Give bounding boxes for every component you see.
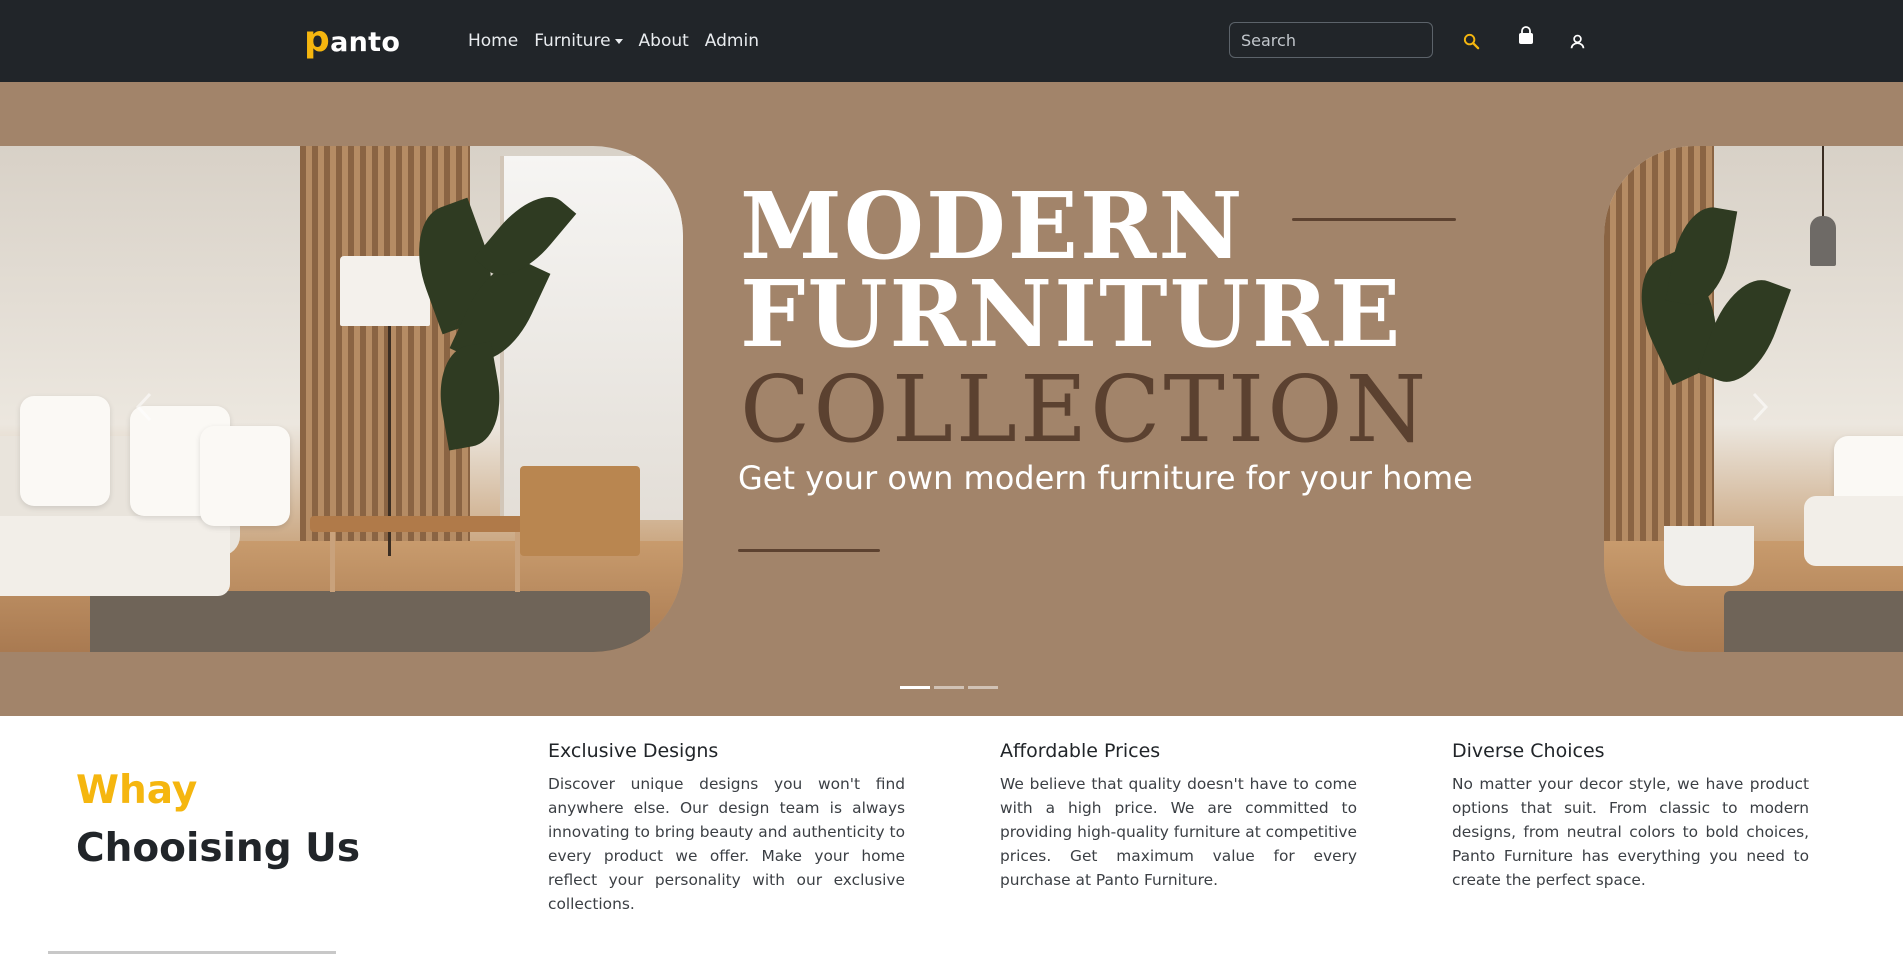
nav-admin-label: Admin [704, 31, 759, 51]
why-choose-us-section: Whay Chooising Us Exclusive Designs Disc… [0, 716, 1903, 954]
section-title-line1: Whay [76, 768, 198, 813]
search-input[interactable] [1229, 22, 1433, 58]
feature-diverse-choices: Diverse Choices No matter your decor sty… [1452, 740, 1809, 892]
search-icon[interactable] [1462, 32, 1481, 51]
carousel-prev-arrow-icon[interactable] [124, 382, 164, 432]
hero-title-line2: FURNITURE [740, 260, 1403, 368]
feature-text: No matter your decor style, we have prod… [1452, 775, 1809, 889]
nav-furniture-dropdown[interactable]: Furniture [526, 29, 630, 53]
top-navbar: p anto Home Furniture About Admin [0, 0, 1903, 83]
hero-title-line1: MODERN [740, 172, 1245, 280]
hero-title-line3: COLLECTION [740, 356, 1430, 463]
nav-links: Home Furniture About Admin [460, 29, 767, 53]
nav-furniture-label: Furniture [534, 31, 611, 51]
hero-headline: MODERN FURNITURE COLLECTION [740, 180, 1429, 456]
decorative-rule-top [1292, 218, 1456, 221]
hero-subtitle: Get your own modern furniture for your h… [738, 459, 1473, 497]
feature-title: Diverse Choices [1452, 740, 1605, 762]
nav-home[interactable]: Home [460, 29, 526, 53]
user-icon[interactable] [1569, 33, 1586, 50]
hero-living-room-image [0, 146, 683, 652]
section-title-line2: Chooising Us [76, 826, 361, 871]
carousel-indicator-2[interactable] [934, 686, 964, 689]
carousel-indicator-3[interactable] [968, 686, 998, 689]
feature-text: Discover unique designs you won't find a… [548, 775, 905, 913]
feature-exclusive-designs: Exclusive Designs Discover unique design… [548, 740, 905, 916]
nav-home-label: Home [468, 31, 519, 51]
nav-about[interactable]: About [631, 29, 697, 53]
nav-about-label: About [638, 31, 689, 51]
feature-title: Exclusive Designs [548, 740, 719, 762]
brand-logo-letter: p [304, 19, 331, 60]
brand-logo[interactable]: p anto [304, 22, 400, 62]
shopping-bag-icon[interactable] [1516, 26, 1536, 46]
feature-text: We believe that quality doesn't have to … [1000, 775, 1357, 889]
feature-affordable-prices: Affordable Prices We believe that qualit… [1000, 740, 1357, 892]
nav-admin[interactable]: Admin [697, 29, 767, 53]
carousel-indicator-1[interactable] [900, 686, 930, 689]
feature-title: Affordable Prices [1000, 740, 1161, 762]
decorative-rule-bottom [738, 549, 880, 552]
hero-carousel: MODERN FURNITURE COLLECTION Get your own… [0, 82, 1903, 716]
brand-logo-text: anto [330, 27, 401, 58]
carousel-indicators [900, 686, 998, 689]
carousel-next-arrow-icon[interactable] [1740, 382, 1780, 432]
caret-down-icon [614, 38, 623, 44]
